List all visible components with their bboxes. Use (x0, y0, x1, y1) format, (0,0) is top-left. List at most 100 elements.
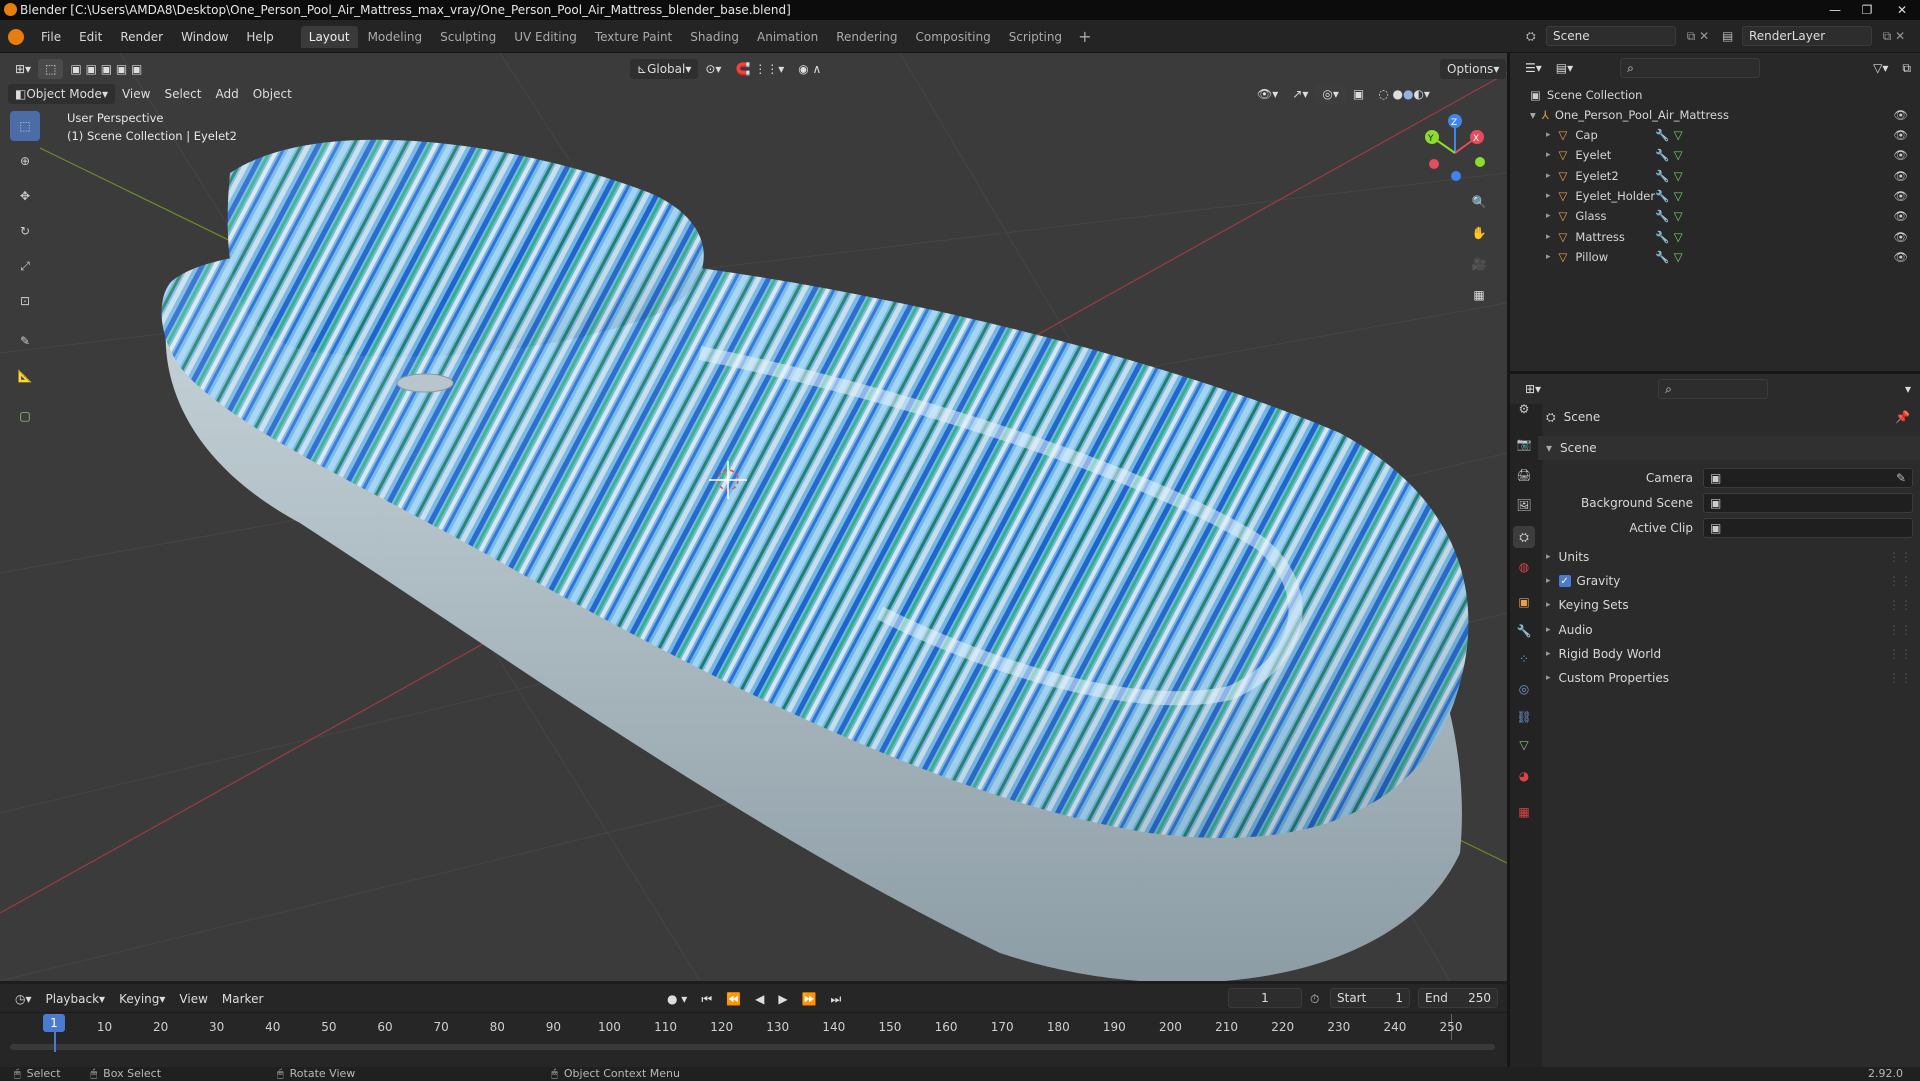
overlay-toggle-icon[interactable]: ◎▾ (1315, 84, 1346, 104)
tab-animation[interactable]: Animation (749, 26, 826, 48)
preview-range-icon[interactable]: ⏱ (1310, 992, 1319, 1007)
jump-end-icon[interactable]: ⏭ (824, 989, 849, 1009)
editor-type-icon[interactable]: ⊞▾ (8, 59, 38, 79)
close-button[interactable]: ✕ (1884, 0, 1920, 20)
timeline-menu-marker[interactable]: Marker (215, 989, 270, 1009)
playhead[interactable]: 1 (43, 1014, 65, 1032)
mode-dropdown[interactable]: ◧ Object Mode ▾ (8, 84, 115, 104)
transform-tool-icon[interactable]: ⊡ (10, 286, 40, 316)
timeline-editor-icon[interactable]: ◷▾ (8, 989, 39, 1009)
filter-icon[interactable]: ▽▾ (1866, 58, 1895, 78)
drag-handle-icon[interactable]: ⋮⋮ (1888, 550, 1912, 564)
tab-uv-editing[interactable]: UV Editing (506, 26, 585, 48)
tab-layout[interactable]: Layout (300, 25, 358, 48)
tab-rendering[interactable]: Rendering (828, 26, 905, 48)
outliner-scene-collection[interactable]: ▣ Scene Collection (1510, 85, 1920, 105)
annotate-tool-icon[interactable]: ✎ (10, 326, 40, 356)
outliner-collection-row[interactable]: ▾ ⅄ One_Person_Pool_Air_Mattress 👁 (1510, 105, 1920, 125)
viewport-canvas[interactable]: Z X Y (0, 53, 1507, 981)
add-workspace-icon[interactable]: + (1078, 27, 1091, 46)
xray-icon[interactable]: ▣ (1346, 84, 1371, 104)
blender-menu-icon[interactable] (8, 28, 24, 45)
render-layer-new-icon[interactable]: ⧉ ✕ (1872, 29, 1916, 44)
timeline-scrollbar[interactable] (10, 1044, 1495, 1050)
timeline-menu-playback[interactable]: Playback ▾ (39, 989, 113, 1009)
3d-viewport[interactable]: Z X Y ⊞▾ ⬚ ▣ ▣ ▣ ▣ ▣ ⊾ Global ▾ ⊙▾ 🧲 ⋮⋮▾… (0, 53, 1507, 981)
zoom-icon[interactable]: 🔍 (1466, 189, 1492, 215)
visibility-icon[interactable]: 👁▾ (1250, 84, 1285, 104)
ortho-grid-icon[interactable]: ▦ (1466, 282, 1492, 308)
render-layer-selector[interactable]: RenderLayer (1742, 26, 1872, 46)
outliner-search-input[interactable]: ⌕ (1620, 58, 1761, 78)
move-tool-icon[interactable]: ✥ (10, 181, 40, 211)
rotate-tool-icon[interactable]: ↻ (10, 216, 40, 246)
field-value[interactable]: ▣ (1703, 493, 1913, 513)
start-frame-field[interactable]: Start 1 (1330, 988, 1410, 1008)
collapse-arrow-icon[interactable]: ▸ (1546, 600, 1551, 610)
scene-selector[interactable]: Scene (1546, 26, 1676, 46)
visibility-eye-icon[interactable]: 👁 (1893, 209, 1908, 223)
subpanel-audio[interactable]: ▸ Audio ⋮⋮ (1538, 618, 1920, 642)
tab-modeling[interactable]: Modeling (360, 26, 431, 48)
jump-keyframe-forward-icon[interactable]: ⏩ (795, 989, 824, 1009)
collapse-arrow-icon[interactable]: ▾ (1530, 108, 1536, 122)
viewport-menu-object[interactable]: Object (246, 84, 299, 104)
menu-help[interactable]: Help (237, 20, 282, 53)
select-mode-icons[interactable]: ▣ ▣ ▣ ▣ ▣ (63, 59, 149, 79)
display-mode-icon[interactable]: ▤▾ (1549, 58, 1580, 78)
drag-handle-icon[interactable]: ⋮⋮ (1888, 623, 1912, 637)
data-tab-icon[interactable]: ▽ (1513, 734, 1535, 756)
collapse-arrow-icon[interactable]: ▸ (1546, 232, 1551, 242)
scene-tab-icon[interactable]: ⛭ (1513, 526, 1535, 548)
visibility-eye-icon[interactable]: 👁 (1893, 128, 1908, 142)
collapse-arrow-icon[interactable]: ▸ (1546, 191, 1551, 201)
collapse-arrow-icon[interactable]: ▸ (1546, 552, 1551, 562)
view-layer-tab-icon[interactable]: 🖼 (1513, 494, 1535, 516)
tab-scripting[interactable]: Scripting (1001, 26, 1070, 48)
scene-new-icon[interactable]: ⧉ ✕ (1676, 29, 1720, 44)
menu-render[interactable]: Render (111, 20, 172, 53)
collapse-arrow-icon[interactable]: ▸ (1546, 150, 1551, 160)
visibility-eye-icon[interactable]: 👁 (1893, 108, 1908, 122)
play-icon[interactable]: ▶ (771, 989, 794, 1009)
physics-tab-icon[interactable]: ◎ (1513, 678, 1535, 700)
pan-hand-icon[interactable]: ✋ (1466, 220, 1492, 246)
drag-handle-icon[interactable]: ⋮⋮ (1888, 671, 1912, 685)
tool-tab-icon[interactable]: ⚙ (1513, 398, 1535, 420)
render-tab-icon[interactable]: 📷 (1513, 433, 1535, 455)
proportional-edit-icon[interactable]: ◉ ∧ (791, 59, 828, 79)
new-collection-icon[interactable]: ⧉ (1895, 58, 1918, 78)
record-icon[interactable]: ● ▾ (660, 989, 694, 1009)
tab-sculpting[interactable]: Sculpting (432, 26, 504, 48)
subpanel-rigid-body-world[interactable]: ▸ Rigid Body World ⋮⋮ (1538, 642, 1920, 666)
select-box-tool-icon[interactable]: ⬚ (10, 111, 40, 141)
subpanel-keying-sets[interactable]: ▸ Keying Sets ⋮⋮ (1538, 593, 1920, 617)
outliner-object-row[interactable]: ▸ ▽ Eyelet_Holder 🔧 ▽ 👁 (1510, 186, 1920, 206)
outliner-editor-icon[interactable]: ☰▾ (1518, 58, 1549, 78)
shading-modes-icon[interactable]: ◌ ● ● ◐▾ (1371, 84, 1437, 104)
outliner-object-row[interactable]: ▸ ▽ Eyelet2 🔧 ▽ 👁 (1510, 166, 1920, 186)
gizmo-toggle-icon[interactable]: ↗▾ (1285, 84, 1315, 104)
visibility-eye-icon[interactable]: 👁 (1893, 230, 1908, 244)
world-tab-icon[interactable]: ◍ (1513, 556, 1535, 578)
menu-edit[interactable]: Edit (70, 20, 111, 53)
play-reverse-icon[interactable]: ◀ (748, 989, 771, 1009)
outliner-object-row[interactable]: ▸ ▽ Mattress 🔧 ▽ 👁 (1510, 227, 1920, 247)
collapse-arrow-icon[interactable]: ▸ (1546, 211, 1551, 221)
scale-tool-icon[interactable]: ⤢ (10, 251, 40, 281)
texture-tab-icon[interactable]: ▦ (1513, 801, 1535, 823)
outliner-object-row[interactable]: ▸ ▽ Eyelet 🔧 ▽ 👁 (1510, 145, 1920, 165)
modifiers-tab-icon[interactable]: 🔧 (1513, 620, 1535, 642)
visibility-eye-icon[interactable]: 👁 (1893, 250, 1908, 264)
viewport-menu-select[interactable]: Select (157, 84, 208, 104)
current-frame-field[interactable]: 1 (1228, 988, 1302, 1008)
viewport-menu-add[interactable]: Add (208, 84, 245, 104)
options-chevron-icon[interactable]: ▾ (1898, 379, 1918, 399)
field-value[interactable]: ▣ (1703, 518, 1913, 538)
menu-file[interactable]: File (32, 20, 70, 53)
end-frame-field[interactable]: End 250 (1418, 988, 1498, 1008)
transform-orientation-dropdown[interactable]: ⊾ Global ▾ (630, 59, 699, 79)
collapse-arrow-icon[interactable]: ▸ (1546, 673, 1551, 683)
scene-panel-header[interactable]: ▾ Scene (1538, 436, 1920, 460)
minimize-button[interactable]: — (1820, 0, 1850, 20)
